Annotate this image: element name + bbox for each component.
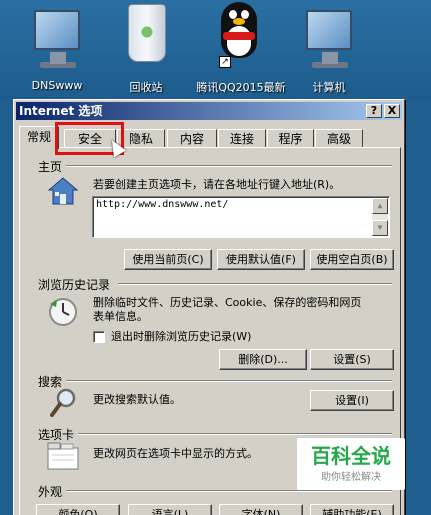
history-clock-icon [49, 298, 77, 326]
section-divider [66, 380, 392, 382]
help-button[interactable]: ? [366, 104, 382, 118]
languages-button[interactable]: 语言(L) [128, 504, 212, 515]
tabs-section-title: 选项卡 [38, 428, 75, 442]
desktop-icon-label: 回收站 [129, 81, 163, 94]
use-current-button[interactable]: 使用当前页(C) [124, 249, 212, 270]
section-divider [118, 283, 392, 285]
window-title: Internet 选项 [19, 104, 103, 118]
delete-history-on-exit-checkbox[interactable] [93, 331, 105, 343]
watermark-logo: 百科全说 助你轻松解决 [297, 438, 405, 490]
desktop-icon-label: 计算机 [312, 81, 346, 94]
tab-advanced[interactable]: 高级 [315, 129, 363, 148]
search-settings-button[interactable]: 设置(I) [310, 390, 394, 411]
fonts-button[interactable]: 字体(N) [219, 504, 303, 515]
tab-general[interactable]: 常规 [19, 126, 59, 149]
tab-connections[interactable]: 连接 [218, 129, 266, 148]
computer-icon [34, 10, 80, 68]
homepage-instruction: 若要创建主页选项卡，请在各地址行键入地址(R)。 [93, 178, 341, 191]
history-description-line2: 表单信息。 [93, 310, 148, 323]
scroll-up-icon[interactable]: ▲ [372, 198, 388, 214]
scroll-down-icon[interactable]: ▼ [372, 220, 388, 236]
recycle-bin-icon [128, 4, 166, 62]
watermark-sub-text: 助你轻松解决 [321, 472, 381, 483]
delete-history-button[interactable]: 删除(D)... [219, 349, 307, 370]
tabs-description: 更改网页在选项卡中显示的方式。 [93, 447, 258, 460]
search-description: 更改搜索默认值。 [93, 393, 181, 406]
home-icon [47, 177, 79, 205]
accessibility-button[interactable]: 辅助功能(E) [310, 504, 394, 515]
computer-icon [306, 10, 352, 68]
history-description-line1: 删除临时文件、历史记录、Cookie、保存的密码和网页 [93, 296, 362, 309]
section-divider [78, 433, 392, 435]
watermark-main-text: 百科全说 [311, 444, 391, 468]
colors-button[interactable]: 颜色(O) [36, 504, 120, 515]
qq-penguin-icon: ↗ [217, 2, 261, 68]
section-divider [66, 490, 392, 492]
homepage-section-title: 主页 [38, 160, 63, 174]
title-bar[interactable]: Internet 选项 ? X [16, 102, 402, 120]
use-blank-button[interactable]: 使用空白页(B) [310, 249, 394, 270]
use-default-button[interactable]: 使用默认值(F) [217, 249, 305, 270]
desktop-icon-label: 腾讯QQ2015最新 [196, 81, 286, 94]
history-description: 删除临时文件、历史记录、Cookie、保存的密码和网页 表单信息。 [93, 296, 393, 324]
homepage-address-field[interactable]: http://www.dnswww.net/ ▲ ▼ [92, 196, 390, 238]
history-section-title: 浏览历史记录 [38, 278, 111, 292]
tab-privacy[interactable]: 隐私 [117, 129, 165, 148]
desktop: DNSwww 回收站 ↗ 腾讯QQ2015最新 计算机 [0, 0, 431, 100]
homepage-address-value: http://www.dnswww.net/ [96, 199, 229, 210]
delete-history-checkbox-label: 退出时删除浏览历史记录(W) [111, 330, 252, 343]
address-scrollbar[interactable]: ▲ ▼ [372, 198, 388, 236]
section-divider [66, 165, 392, 167]
appearance-section-title: 外观 [38, 485, 63, 499]
history-settings-button[interactable]: 设置(S) [310, 349, 394, 370]
search-magnifier-icon [50, 388, 76, 417]
tab-content[interactable]: 内容 [167, 129, 217, 148]
shortcut-arrow-icon: ↗ [219, 56, 231, 68]
close-button[interactable]: X [384, 104, 400, 118]
tabs-window-icon [47, 442, 79, 470]
tab-programs[interactable]: 程序 [267, 129, 314, 148]
desktop-icon-label: DNSwww [31, 79, 83, 92]
